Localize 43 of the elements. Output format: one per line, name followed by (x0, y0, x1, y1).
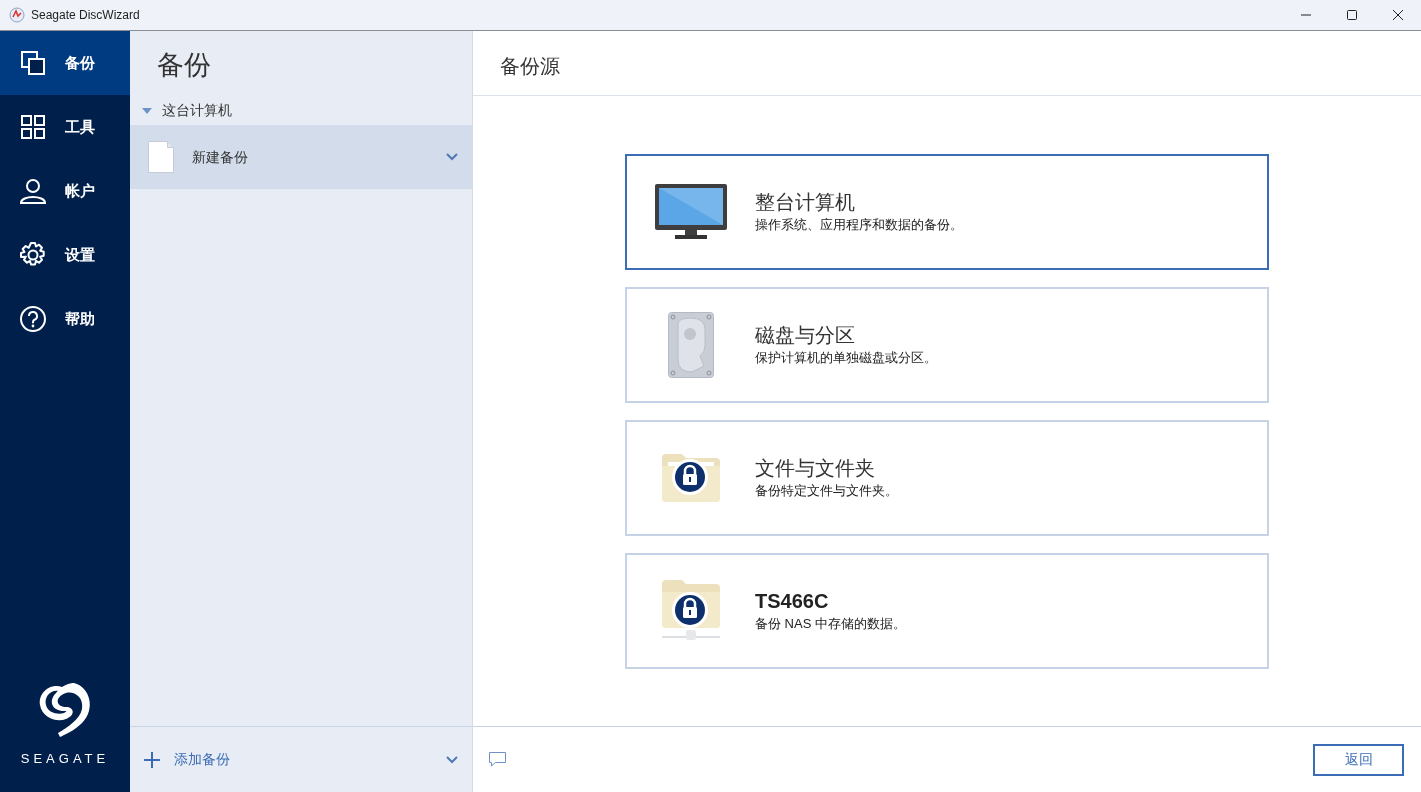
nav-item[interactable]: 帐户 (0, 159, 130, 223)
option-description: 备份 NAS 中存储的数据。 (755, 615, 906, 634)
plus-icon (144, 751, 160, 768)
grid-icon (20, 114, 46, 140)
option-title: TS466C (755, 589, 830, 615)
nav-item[interactable]: 备份 (0, 31, 130, 95)
option-title: 磁盘与分区 (755, 323, 856, 349)
settings-icon (20, 242, 46, 268)
main-title: 备份源 (473, 31, 1421, 96)
user-icon (20, 178, 46, 204)
maximize-icon (1346, 9, 1358, 21)
nav-item[interactable]: 设置 (0, 223, 130, 287)
group-header[interactable]: 这台计算机 (130, 96, 472, 125)
option-description: 备份特定文件与文件夹。 (755, 482, 898, 501)
panel-title: 备份 (156, 49, 212, 82)
nav-item[interactable]: 工具 (0, 95, 130, 159)
app-icon (9, 7, 25, 23)
source-option[interactable]: TS466C 备份 NAS 中存储的数据。 (625, 553, 1269, 669)
source-option[interactable]: 磁盘与分区 保护计算机的单独磁盘或分区。 (625, 287, 1269, 403)
source-option[interactable]: 整台计算机 操作系统、应用程序和数据的备份。 (625, 154, 1269, 270)
back-button[interactable]: 返回 (1313, 743, 1404, 776)
add-backup-button[interactable]: 添加备份 (144, 749, 230, 770)
monitor-icon (655, 184, 727, 240)
close-icon (1392, 9, 1404, 21)
option-title: 整台计算机 (755, 190, 856, 216)
backup-item[interactable]: 新建备份 (130, 125, 472, 189)
option-description: 操作系统、应用程序和数据的备份。 (755, 216, 963, 235)
chevron-down-icon (446, 153, 458, 161)
option-title: 文件与文件夹 (755, 456, 876, 482)
nav-item[interactable]: 帮助 (0, 287, 130, 351)
window-title: Seagate DiscWizard (31, 7, 140, 24)
chevron-down-icon (446, 755, 458, 764)
hard-drive-icon (668, 312, 714, 378)
chat-bubble-icon (488, 751, 507, 768)
document-icon (148, 141, 174, 173)
source-option[interactable]: 文件与文件夹 备份特定文件与文件夹。 (625, 420, 1269, 536)
logo-text: SEAGATE (20, 749, 110, 768)
locked-folder-icon (662, 454, 720, 502)
copy-icon (20, 50, 46, 76)
help-icon (20, 306, 46, 332)
locked-network-folder-icon (662, 580, 720, 642)
option-description: 保护计算机的单独磁盘或分区。 (755, 349, 937, 368)
triangle-icon (142, 107, 152, 114)
